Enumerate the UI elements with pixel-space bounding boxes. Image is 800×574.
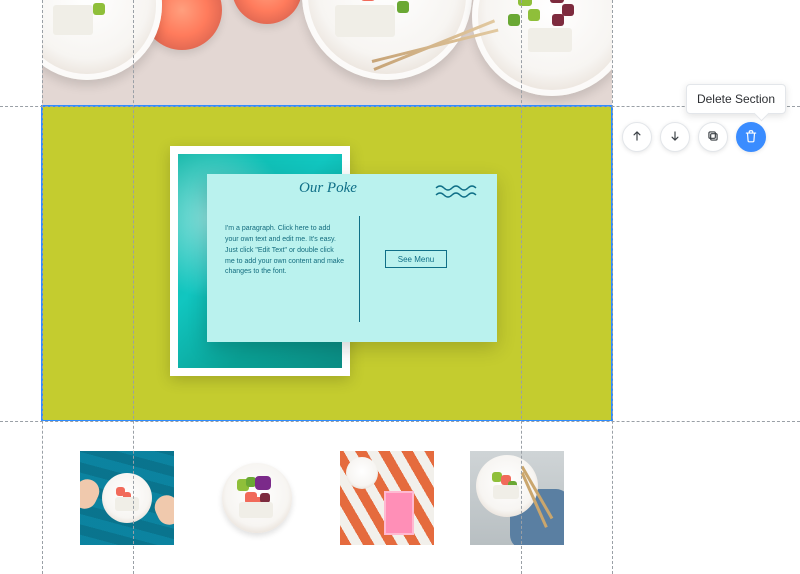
see-menu-button[interactable]: See Menu <box>385 250 447 268</box>
hero-image-section[interactable] <box>42 0 612 106</box>
trash-icon <box>744 129 758 146</box>
gallery-thumb[interactable] <box>80 451 174 545</box>
gallery-thumb[interactable] <box>340 451 434 545</box>
gallery-section[interactable] <box>42 421 612 574</box>
wave-icon <box>435 184 483 202</box>
gallery-thumb[interactable] <box>470 451 564 545</box>
arrow-up-icon <box>630 129 644 146</box>
editor-canvas: Our Poke I'm a paragraph. Click here to … <box>0 0 800 574</box>
move-up-button[interactable] <box>622 122 652 152</box>
postcard-paragraph[interactable]: I'm a paragraph. Click here to add your … <box>225 224 345 278</box>
section-toolbar <box>622 122 766 152</box>
delete-section-tooltip: Delete Section <box>686 84 786 114</box>
arrow-down-icon <box>668 129 682 146</box>
postcard[interactable]: Our Poke I'm a paragraph. Click here to … <box>207 174 497 342</box>
selected-section[interactable]: Our Poke I'm a paragraph. Click here to … <box>42 106 612 421</box>
postcard-divider <box>359 216 360 322</box>
duplicate-icon <box>706 129 720 146</box>
delete-button[interactable] <box>736 122 766 152</box>
gallery-thumb[interactable] <box>210 451 304 545</box>
postcard-title[interactable]: Our Poke <box>299 180 357 197</box>
move-down-button[interactable] <box>660 122 690 152</box>
duplicate-button[interactable] <box>698 122 728 152</box>
